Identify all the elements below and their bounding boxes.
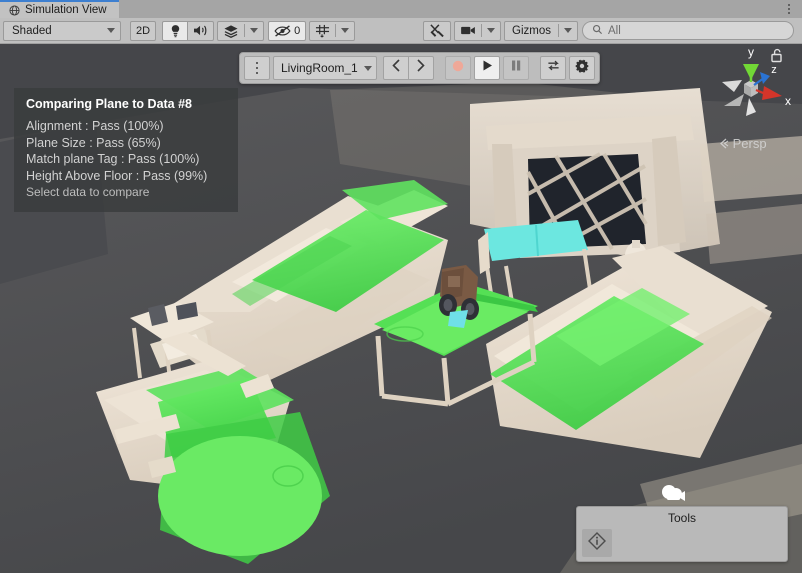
comparison-info-panel: Comparing Plane to Data #8 Alignment : P… [14, 88, 238, 212]
tab-simulation-view[interactable]: Simulation View [0, 0, 119, 18]
scene-orientation-gizmo[interactable]: y z x Persp [700, 40, 802, 160]
draw-mode-value: Shaded [12, 24, 52, 37]
next-button[interactable] [408, 56, 434, 80]
loop-icon [546, 59, 561, 77]
chevron-down-icon [107, 28, 115, 33]
pause-button[interactable] [503, 56, 529, 80]
chevron-down-icon [564, 28, 572, 33]
gizmos-caret-button[interactable] [559, 22, 577, 40]
pause-icon [510, 59, 522, 77]
gizmos-label[interactable]: Gizmos [505, 22, 558, 40]
grid-icon[interactable] [310, 22, 335, 40]
play-button[interactable] [474, 56, 500, 80]
hidden-objects-button[interactable]: 0 [268, 20, 307, 41]
play-icon [481, 59, 494, 77]
kebab-menu-icon[interactable] [782, 2, 796, 16]
chevron-right-icon [416, 59, 426, 77]
loop-button[interactable] [540, 56, 566, 80]
kebab-menu-icon [255, 61, 259, 75]
grid-caret-button[interactable] [336, 22, 354, 40]
camera-icon[interactable] [455, 22, 481, 40]
eye-off-icon [274, 24, 291, 37]
chevron-down-icon [250, 28, 259, 33]
scene-toolbar: Shaded 2D 0 Gizmos All [0, 18, 802, 44]
playback-toolbar: LivingRoom_1 [239, 52, 600, 84]
speaker-icon [193, 24, 208, 37]
tools-panel-info-button[interactable] [582, 529, 612, 557]
record-icon [451, 59, 465, 78]
tab-label: Simulation View [25, 4, 107, 16]
chevron-down-icon [487, 28, 496, 33]
hidden-objects-count: 0 [294, 24, 301, 37]
tab-strip: Simulation View [0, 0, 802, 18]
simulation-view-window: Simulation View Shaded 2D 0 Gizmos All L… [0, 0, 802, 573]
gizmo-axis-y-label: y [748, 45, 754, 59]
record-button[interactable] [445, 56, 471, 80]
camera-dropdown-group [454, 20, 502, 41]
scene-selector[interactable]: LivingRoom_1 [273, 56, 377, 80]
info-row-match-plane-tag: Match plane Tag : Pass (100%) [26, 152, 200, 166]
previous-button[interactable] [383, 56, 409, 80]
info-hint: Select data to compare [26, 185, 150, 199]
search-icon [592, 24, 603, 38]
settings-button[interactable] [569, 56, 595, 80]
scene-tools-button[interactable] [423, 20, 452, 41]
effects-caret-button[interactable] [245, 22, 263, 40]
scene-name-label: LivingRoom_1 [281, 61, 358, 75]
tools-panel: Tools [576, 506, 788, 562]
tools-icon [429, 23, 445, 38]
projection-label[interactable]: Persp [718, 136, 767, 151]
info-row-plane-size: Plane Size : Pass (65%) [26, 135, 161, 150]
info-row-height-above-floor: Height Above Floor : Pass (99%) [26, 168, 208, 183]
toggle-audio-button[interactable] [187, 20, 215, 41]
chevron-left-icon [391, 59, 401, 77]
info-diamond-icon [587, 531, 607, 556]
camera-caret-button[interactable] [482, 22, 500, 40]
toggle-2d-button[interactable]: 2D [130, 20, 157, 41]
chevron-down-icon [341, 28, 350, 33]
tools-panel-title: Tools [667, 511, 696, 525]
gear-icon [575, 59, 589, 78]
projection-value: Persp [732, 136, 767, 151]
toggle-lighting-button[interactable] [162, 20, 189, 41]
info-row-alignment: Alignment : Pass (100%) [26, 119, 164, 133]
lightbulb-icon [169, 24, 182, 38]
two-d-label: 2D [136, 24, 151, 37]
gizmo-axis-x-label: x [785, 94, 791, 108]
search-placeholder: All [608, 24, 621, 37]
draw-mode-dropdown[interactable]: Shaded [3, 20, 121, 41]
search-input[interactable]: All [582, 21, 794, 40]
playback-menu-button[interactable] [244, 56, 270, 80]
effects-dropdown-group [217, 20, 265, 41]
chevron-down-icon [364, 65, 372, 71]
lock-open-icon[interactable] [770, 48, 783, 68]
panel-title: Comparing Plane to Data #8 [26, 97, 193, 111]
effects-icon[interactable] [218, 22, 244, 40]
grid-dropdown-group [309, 20, 356, 41]
gizmos-dropdown-group: Gizmos [504, 20, 578, 41]
globe-icon [9, 4, 20, 16]
